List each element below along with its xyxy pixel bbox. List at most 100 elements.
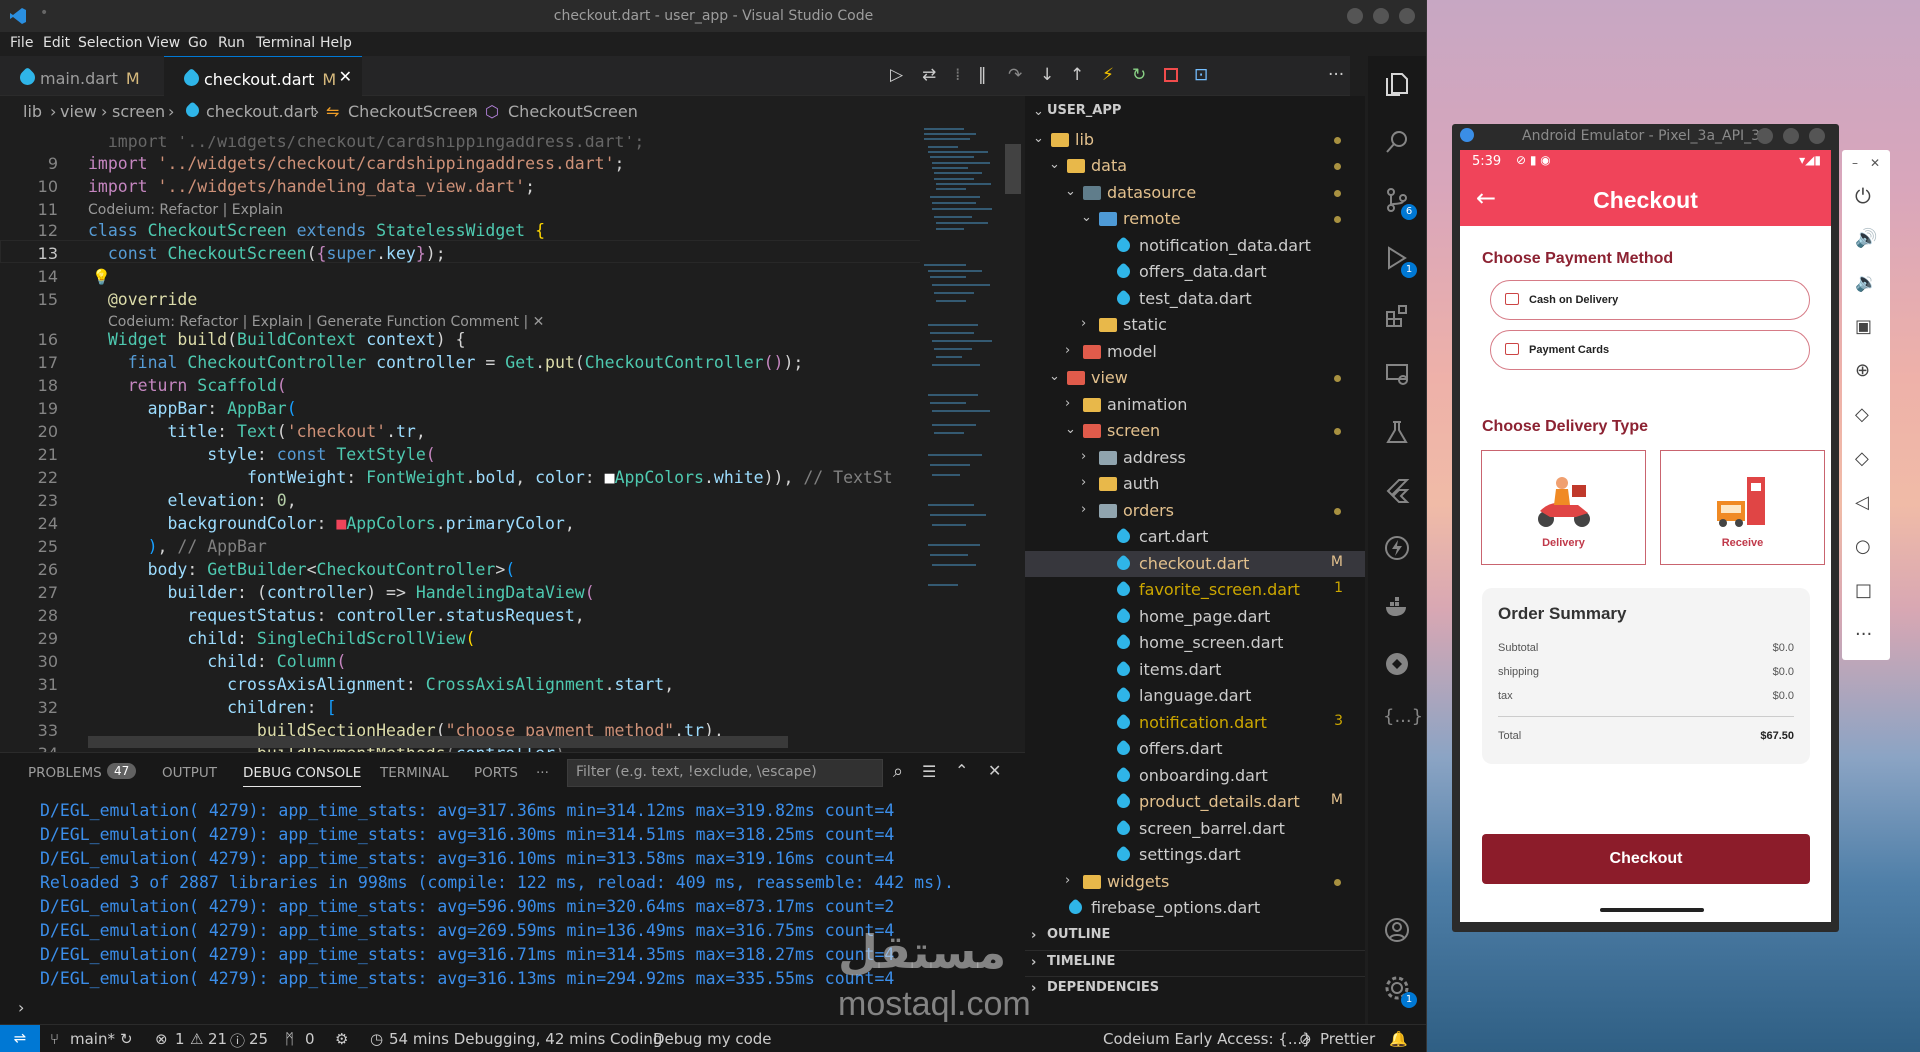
emulator-close-button[interactable]	[1809, 128, 1825, 144]
menu-file[interactable]: File	[10, 35, 33, 51]
payment-option-cash[interactable]: Cash on Delivery	[1490, 280, 1810, 320]
file-item[interactable]: items.dart	[1025, 657, 1365, 683]
hot-reload-icon[interactable]: ⚡	[1102, 65, 1114, 85]
codeium-lens[interactable]: Codeium: Refactor | Explain	[88, 202, 283, 218]
step-over-icon[interactable]: ↷	[1008, 65, 1022, 85]
side-close-icon[interactable]: ✕	[1870, 156, 1880, 170]
pause-icon[interactable]: ‖	[978, 65, 987, 85]
file-item[interactable]: checkout.dart M	[1025, 550, 1365, 577]
breadcrumb-class[interactable]: CheckoutScreen	[348, 102, 478, 121]
back-icon[interactable]: ◁	[1855, 492, 1877, 514]
step-out-icon[interactable]: ↑	[1070, 65, 1084, 85]
codeium-lens[interactable]: Codeium: Refactor | Explain | Generate F…	[108, 314, 544, 330]
tab-problems[interactable]: PROBLEMS	[28, 765, 102, 781]
tab-terminal[interactable]: TERMINAL	[380, 765, 449, 781]
clear-console-icon[interactable]: ☰	[922, 762, 936, 781]
folder-item[interactable]: › model	[1025, 339, 1365, 365]
breadcrumb-screen[interactable]: screen	[112, 102, 165, 121]
folder-item[interactable]: ⌄ lib	[1025, 127, 1365, 153]
wakatime-timer[interactable]: 54 mins Debugging, 42 mins Coding	[389, 1030, 662, 1048]
tab-main-dart[interactable]: main.dart M	[0, 56, 164, 96]
lightbulb-icon[interactable]: 💡	[92, 268, 111, 286]
tab-debug-console[interactable]: DEBUG CONSOLE	[243, 765, 362, 787]
compare-icon[interactable]: ⇄	[922, 65, 936, 85]
folder-item[interactable]: ⌄ datasource	[1025, 180, 1365, 206]
extensions-icon[interactable]	[1383, 302, 1411, 330]
info-count[interactable]: 25	[249, 1030, 268, 1048]
menu-edit[interactable]: Edit	[43, 35, 70, 51]
breadcrumb-lib[interactable]: lib	[23, 102, 42, 121]
menu-selection[interactable]: Selection	[78, 35, 143, 51]
console-prompt-icon[interactable]: ›	[18, 998, 24, 1017]
minimap[interactable]	[920, 124, 1005, 644]
inspect-widget-icon[interactable]: ⊡	[1194, 65, 1208, 85]
more-actions-icon[interactable]: ···	[1328, 65, 1344, 85]
camera-icon[interactable]: ▣	[1855, 316, 1877, 338]
rotate-left-icon[interactable]: ◇	[1855, 404, 1877, 426]
file-item[interactable]: notification.dart 3	[1025, 710, 1365, 736]
debug-my-code[interactable]: Debug my code	[653, 1030, 772, 1048]
volume-down-icon[interactable]: 🔉	[1855, 272, 1877, 294]
file-item[interactable]: settings.dart	[1025, 842, 1365, 868]
run-icon[interactable]: ▷	[890, 65, 903, 85]
error-count[interactable]: 1	[175, 1030, 185, 1048]
file-item[interactable]: language.dart	[1025, 683, 1365, 709]
folder-item[interactable]: › address	[1025, 445, 1365, 471]
menu-go[interactable]: Go	[188, 35, 207, 51]
emulator-maximize-button[interactable]	[1783, 128, 1799, 144]
side-minimize-icon[interactable]: –	[1852, 156, 1858, 170]
bell-icon[interactable]: 🔔	[1389, 1030, 1408, 1048]
overview-icon[interactable]: □	[1855, 580, 1877, 602]
folder-item[interactable]: ⌄ view	[1025, 365, 1365, 391]
file-item[interactable]: test_data.dart	[1025, 286, 1365, 312]
console-filter-input[interactable]: Filter (e.g. text, !exclude, \escape)	[567, 759, 883, 787]
folder-item[interactable]: › auth	[1025, 471, 1365, 497]
code-editor[interactable]: 9 10 11 12 13 14 15 16 17 18 19 20 21 22…	[0, 124, 1025, 752]
docker-icon[interactable]	[1383, 592, 1411, 620]
flutter-icon[interactable]	[1383, 476, 1411, 504]
testing-icon[interactable]	[1383, 418, 1411, 446]
more-options-icon[interactable]: ···	[1855, 624, 1877, 646]
horizontal-scrollbar[interactable]	[88, 736, 788, 748]
stop-icon[interactable]	[1164, 68, 1178, 82]
file-item[interactable]: offers_data.dart	[1025, 259, 1365, 285]
breadcrumb-file[interactable]: checkout.dart	[206, 102, 316, 121]
remote-explorer-icon[interactable]	[1383, 360, 1411, 388]
section-dependencies[interactable]: › DEPENDENCIES	[1025, 976, 1365, 1002]
zoom-icon[interactable]: ⊕	[1855, 360, 1877, 382]
menu-run[interactable]: Run	[218, 35, 245, 51]
close-tab-icon[interactable]: ✕	[339, 67, 352, 86]
menu-view[interactable]: View	[147, 35, 180, 51]
breadcrumb-view[interactable]: view	[60, 102, 97, 121]
payment-option-cards[interactable]: Payment Cards	[1490, 330, 1810, 370]
file-item[interactable]: cart.dart	[1025, 524, 1365, 550]
folder-item[interactable]: › animation	[1025, 392, 1365, 418]
codeium-status[interactable]: Codeium Early Access: {...}	[1103, 1030, 1312, 1048]
debug-launch-icon[interactable]: ⚙	[335, 1030, 348, 1048]
checkout-button[interactable]: Checkout	[1482, 834, 1810, 884]
step-into-icon[interactable]: ↓	[1040, 65, 1054, 85]
remote-indicator-icon[interactable]: ⇌	[0, 1025, 40, 1052]
json-icon[interactable]: {...}	[1383, 706, 1423, 734]
branch-name[interactable]: main*	[70, 1030, 115, 1048]
maximize-button[interactable]	[1373, 8, 1389, 24]
folder-item[interactable]: › orders	[1025, 498, 1365, 524]
folder-item[interactable]: ⌄ screen	[1025, 418, 1365, 444]
delivery-option-receive[interactable]: Receive	[1660, 450, 1825, 565]
account-icon[interactable]	[1383, 916, 1411, 944]
ports-count[interactable]: 0	[305, 1030, 315, 1048]
editor-scrollbar[interactable]	[1005, 144, 1021, 194]
section-outline[interactable]: › OUTLINE	[1025, 924, 1365, 950]
file-item[interactable]: firebase_options.dart	[1025, 895, 1365, 921]
file-item[interactable]: home_page.dart	[1025, 604, 1365, 630]
file-item[interactable]: notification_data.dart	[1025, 233, 1365, 259]
delivery-option-delivery[interactable]: Delivery	[1481, 450, 1646, 565]
breadcrumb-constructor[interactable]: CheckoutScreen	[508, 102, 638, 121]
tab-ports[interactable]: PORTS	[474, 765, 518, 781]
file-item[interactable]: screen_barrel.dart	[1025, 816, 1365, 842]
search-icon[interactable]	[1383, 128, 1411, 156]
file-item[interactable]: onboarding.dart	[1025, 763, 1365, 789]
section-timeline[interactable]: › TIMELINE	[1025, 950, 1365, 976]
close-panel-icon[interactable]: ✕	[988, 761, 1001, 780]
power-icon[interactable]: ⏻	[1855, 184, 1877, 208]
